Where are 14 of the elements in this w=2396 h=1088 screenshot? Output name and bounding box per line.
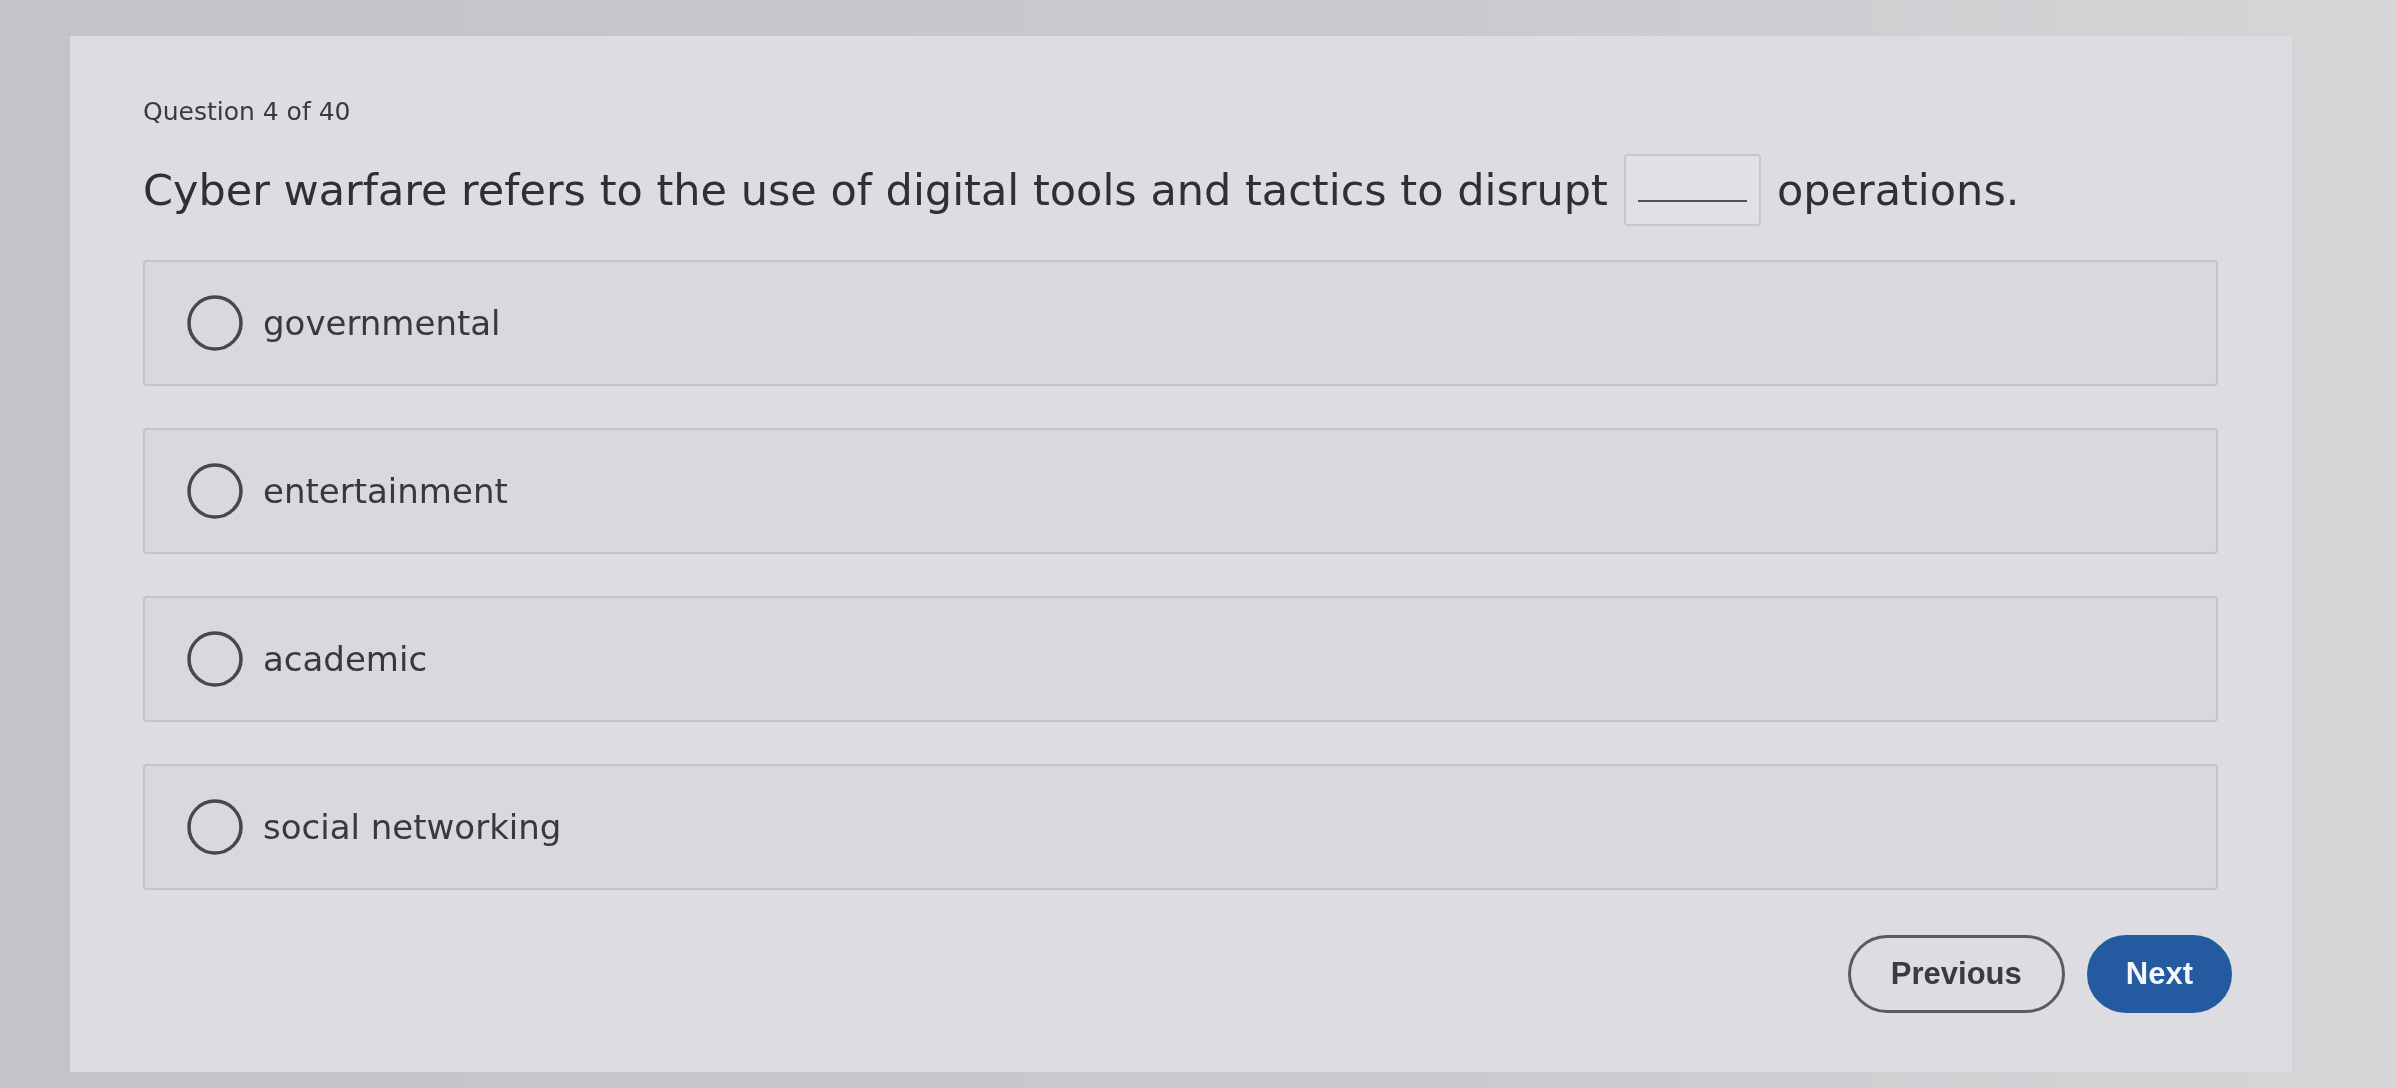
question-text: operations. xyxy=(1776,165,2020,215)
next-button[interactable]: Next xyxy=(2086,935,2232,1013)
previous-button[interactable]: Previous xyxy=(1847,935,2065,1013)
radio-button-icon[interactable] xyxy=(187,631,243,687)
answer-option[interactable]: social networking xyxy=(143,764,2218,890)
answer-option[interactable]: entertainment xyxy=(143,428,2218,554)
answer-box[interactable] xyxy=(1623,154,1761,226)
radio-button-icon[interactable] xyxy=(187,799,243,855)
question-counter: Question 4 of 40 xyxy=(143,97,351,127)
radio-button-icon[interactable] xyxy=(187,295,243,351)
answer-option[interactable]: governmental xyxy=(143,260,2218,386)
radio-button-icon[interactable] xyxy=(187,463,243,519)
question-text: Cyber warfare refers to the use of digital tools and tactics to disrupt xyxy=(143,165,1608,215)
answer-option[interactable]: academic xyxy=(143,596,2218,722)
